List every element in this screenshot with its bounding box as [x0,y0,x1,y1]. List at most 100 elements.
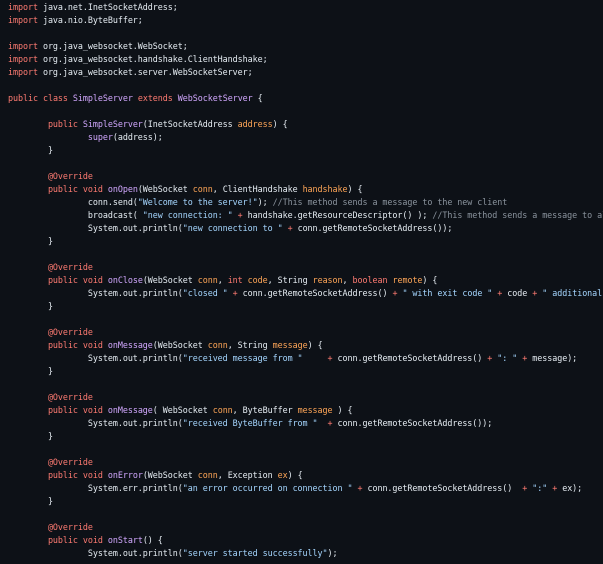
parameter-token: address [237,119,273,129]
string-token: "server started successfully" [182,548,328,558]
keyword-token: public [47,470,78,480]
code-line: conn.send("Welcome to the server!"); //T… [0,196,603,209]
string-token: ": " [497,353,518,363]
code-line: @Override [0,456,603,469]
code-line: import org.java_websocket.server.WebSock… [0,66,603,79]
code-token: conn.getRemoteSocketAddress() [332,353,488,363]
code-token: } [8,431,53,441]
string-token: " with exit code " [402,288,493,298]
code-token: System.out.println( [8,288,183,298]
code-editor[interactable]: import java.net.InetSocketAddress; import… [0,0,603,564]
identifier-token: onError [107,470,143,480]
code-token: , [342,275,353,285]
code-token: , ClientHandshake [212,184,303,194]
code-line: import org.java_websocket.WebSocket; [0,40,603,53]
code-token: , String [227,340,273,350]
code-token: code [502,288,533,298]
code-line: @Override [0,170,603,183]
parameter-token: ex [277,470,288,480]
parameter-token: conn [207,340,228,350]
code-token: org.java_websocket.server.WebSocketServe… [37,67,253,77]
keyword-token: public [47,340,78,350]
string-token: "received ByteBuffer from " [182,418,318,428]
code-line: public void onMessage(WebSocket conn, St… [0,339,603,352]
keyword-token: import [8,67,38,77]
keyword-token: void [82,340,103,350]
keyword-token: public [47,119,78,129]
code-token: conn.getRemoteSocketAddress() [237,288,393,298]
code-token: System.out.println( [8,353,183,363]
code-line: super(address); [0,131,603,144]
code-line: } [0,430,603,443]
code-line: public SimpleServer(InetSocketAddress ad… [0,118,603,131]
code-token: () { [142,535,163,545]
identifier-token: onStart [107,535,143,545]
code-token: (WebSocket [142,470,198,480]
code-token: handshake.getResourceDescriptor() ); [242,210,433,220]
keyword-token: void [82,535,103,545]
keyword-token: void [82,184,103,194]
string-token: "new connection: " [142,210,233,220]
code-line: @Override [0,391,603,404]
identifier-token: SimpleServer [82,119,143,129]
code-token: { [252,93,263,103]
code-token: , ByteBuffer [232,405,298,415]
code-line: broadcast( "new connection: " + handshak… [0,209,603,222]
code-token: java.net.InetSocketAddress; [37,2,178,12]
code-line: public void onStart() { [0,534,603,547]
identifier-token: SimpleServer [72,93,133,103]
code-line: } [0,235,603,248]
code-line: public void onError(WebSocket conn, Exce… [0,469,603,482]
code-token: System.out.println( [8,418,183,428]
keyword-token: void [82,405,103,415]
code-token: conn.send( [8,197,138,207]
identifier-token: super [87,132,113,142]
string-token: "new connection to " [182,223,283,233]
code-token: ) { [287,470,303,480]
keyword-token: public [8,93,38,103]
code-token: (WebSocket [152,340,208,350]
keyword-token: extends [137,93,173,103]
code-line: public void onClose(WebSocket conn, int … [0,274,603,287]
code-line: public class SimpleServer extends WebSoc… [0,92,603,105]
code-token: , [217,275,228,285]
code-token: conn.getRemoteSocketAddress()); [292,223,453,233]
code-token: (InetSocketAddress [142,119,238,129]
code-token: System.err.println( [8,483,183,493]
code-line: System.out.println("closed " + conn.getR… [0,287,603,300]
code-token: } [8,366,53,376]
code-token: java.nio.ByteBuffer; [37,15,143,25]
parameter-token: reason [312,275,343,285]
parameter-token: code [247,275,268,285]
code-token: } [8,236,53,246]
parameter-token: conn [197,275,218,285]
identifier-token: onMessage [107,340,153,350]
code-token: ) { [332,405,353,415]
keyword-token: public [47,405,78,415]
keyword-token: int [227,275,243,285]
code-line: @Override [0,326,603,339]
code-line: @Override [0,521,603,534]
code-line: @Override [0,261,603,274]
parameter-token: handshake [302,184,348,194]
code-token: ); [327,548,338,558]
keyword-token: boolean [352,275,388,285]
code-token: (WebSocket [137,184,193,194]
code-token: System.out.println( [8,223,183,233]
parameter-token: message [272,340,308,350]
code-token: ) { [347,184,363,194]
